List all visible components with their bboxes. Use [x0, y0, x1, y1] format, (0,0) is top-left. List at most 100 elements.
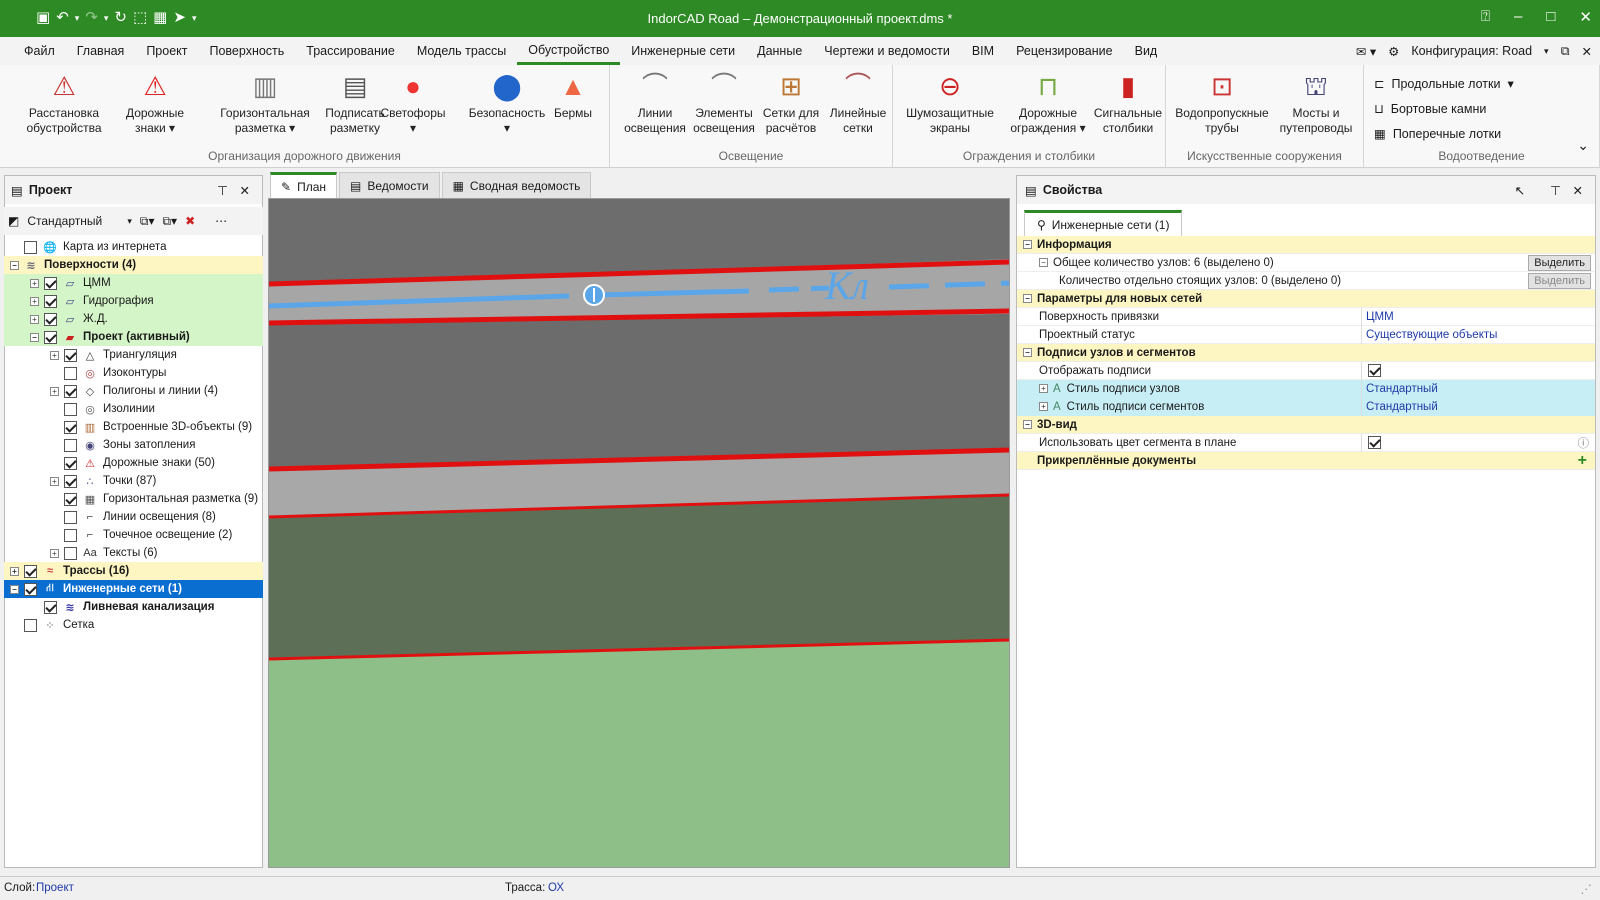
properties-object-tab[interactable]: ⚲ Инженерные сети (1) [1024, 210, 1183, 236]
expand-toggle-icon[interactable] [50, 423, 59, 432]
close-button[interactable]: ✕ [1579, 8, 1592, 26]
tree-item-checkbox[interactable] [44, 330, 57, 344]
info-icon[interactable]: ⓘ [1578, 435, 1590, 451]
tree-item[interactable]: ◎ Изоконтуры [4, 364, 263, 382]
help-icon[interactable]: ⍰ [1481, 8, 1490, 26]
tree-item-checkbox[interactable] [64, 384, 77, 398]
expand-toggle-icon[interactable]: − [10, 584, 19, 594]
tree-item-checkbox[interactable] [44, 276, 57, 290]
tree-item[interactable]: + △ Триангуляция [4, 346, 263, 364]
chevron-down-icon[interactable]: ▾ [127, 216, 132, 227]
tree-item-checkbox[interactable] [24, 582, 37, 596]
property-section[interactable]: Прикреплённые документы + [1017, 452, 1595, 470]
expand-toggle-icon[interactable]: − [10, 260, 19, 270]
tree-item-checkbox[interactable] [64, 420, 77, 434]
ribbon-button-0-5[interactable]: ⬤ Безопасность ▾ [462, 69, 552, 136]
tree-item[interactable]: + ▱ Ж.Д. [4, 310, 263, 328]
property-value[interactable]: Существующие объекты [1361, 325, 1595, 344]
property-value[interactable]: ЦММ [1361, 307, 1595, 326]
expand-toggle-icon[interactable] [50, 531, 59, 540]
property-value[interactable] [1361, 361, 1595, 380]
expand-toggle-icon[interactable]: + [1039, 384, 1048, 393]
view-mode-select[interactable]: Стандартный [27, 214, 119, 228]
tree-item[interactable]: ⚠ Дорожные знаки (50) [4, 454, 263, 472]
expand-toggle-icon[interactable]: + [1039, 402, 1048, 411]
ribbon-button-3-1[interactable]: ⛫ Мосты и путепроводы [1274, 69, 1358, 136]
menu-tab-1[interactable]: Главная [66, 37, 136, 65]
menu-tab-4[interactable]: Трассирование [295, 37, 406, 65]
pin-icon[interactable]: ⊤ [217, 183, 228, 198]
property-row[interactable]: Проектный статус Существующие объекты [1017, 325, 1595, 344]
resize-grip-icon[interactable]: ⋰ [1581, 882, 1593, 896]
property-row[interactable]: + A Стиль подписи сегментов Стандартный [1017, 397, 1595, 416]
expand-toggle-icon[interactable] [50, 369, 59, 378]
ribbon-small-button-0[interactable]: ⊏ Продольные лотки ▾ [1374, 71, 1514, 96]
property-value[interactable]: ⓘ [1361, 433, 1595, 452]
property-row[interactable]: Отображать подписи [1017, 361, 1595, 380]
select-button[interactable]: Выделить [1528, 255, 1591, 271]
menu-tab-2[interactable]: Проект [135, 37, 198, 65]
property-section[interactable]: − Параметры для новых сетей [1017, 290, 1595, 308]
property-checkbox[interactable] [1368, 364, 1381, 377]
tree-item[interactable]: ⌐ Линии освещения (8) [4, 508, 263, 526]
tree-item[interactable]: ▦ Горизонтальная разметка (9) [4, 490, 263, 508]
tree-item-checkbox[interactable] [64, 456, 77, 470]
tree-item-checkbox[interactable] [24, 618, 37, 632]
close-icon[interactable]: ✕ [240, 183, 250, 198]
tree-item-checkbox[interactable] [64, 546, 77, 560]
ribbon-button-2-0[interactable]: ⊖ Шумозащитные экраны [899, 69, 1001, 136]
expand-toggle-icon[interactable]: + [30, 314, 39, 324]
tree-item-checkbox[interactable] [24, 240, 37, 254]
property-section[interactable]: − Информация [1017, 236, 1595, 254]
tree-item[interactable]: ▥ Встроенные 3D-объекты (9) [4, 418, 263, 436]
tree-item-checkbox[interactable] [64, 510, 77, 524]
expand-toggle-icon[interactable] [50, 459, 59, 468]
tab-1[interactable]: ▤ Ведомости [339, 172, 440, 198]
expand-toggle-icon[interactable]: + [10, 566, 19, 576]
add-document-icon[interactable]: + [1578, 452, 1587, 470]
property-value[interactable]: Стандартный [1361, 379, 1595, 398]
property-checkbox[interactable] [1368, 436, 1381, 449]
tree-item[interactable]: 🌐 Карта из интернета [4, 238, 263, 256]
tree-item[interactable]: + ▱ ЦММ [4, 274, 263, 292]
expand-toggle-icon[interactable] [50, 405, 59, 414]
tree-item-checkbox[interactable] [64, 492, 77, 506]
ribbon-button-0-4[interactable]: ● Светофоры ▾ [378, 69, 448, 136]
expand-toggle-icon[interactable]: + [50, 386, 59, 396]
ribbon-button-1-1[interactable]: ⌒ Элементы освещения [690, 69, 758, 136]
route-status-value[interactable]: ОХ [548, 882, 564, 894]
chevron-down-icon[interactable]: ▾ [1507, 76, 1513, 91]
tree-item[interactable]: − ≋ Поверхности (4) [4, 256, 263, 274]
tree-item-checkbox[interactable] [44, 600, 57, 614]
layer-status-value[interactable]: Проект [36, 882, 74, 894]
property-row[interactable]: + A Стиль подписи узлов Стандартный [1017, 379, 1595, 398]
expand-toggle-icon[interactable]: + [50, 476, 59, 486]
tree-item[interactable]: + ▱ Гидрография [4, 292, 263, 310]
tree-item-checkbox[interactable] [44, 312, 57, 326]
tree-item-checkbox[interactable] [64, 348, 77, 362]
ribbon-button-2-2[interactable]: ▮ Сигнальные столбики [1093, 69, 1163, 136]
ribbon-button-0-0[interactable]: ⚠ Расстановка обустройства [16, 69, 112, 136]
expand-toggle-icon[interactable] [10, 621, 19, 630]
ribbon-button-0-1[interactable]: ⚠ Дорожные знаки ▾ [110, 69, 200, 136]
tree-item[interactable]: + ≈ Трассы (16) [4, 562, 263, 580]
collapse-toggle-icon[interactable] [1023, 456, 1032, 465]
tree-item-checkbox[interactable] [64, 366, 77, 380]
minimize-button[interactable]: – [1514, 8, 1522, 26]
menu-tab-11[interactable]: Рецензирование [1005, 37, 1124, 65]
delete-layer-icon[interactable]: ✖ [185, 214, 195, 228]
expand-toggle-icon[interactable] [50, 495, 59, 504]
tree-item[interactable]: ≋ Ливневая канализация [4, 598, 263, 616]
move-layer-icon[interactable]: ⧉▾ [162, 214, 177, 229]
tree-item-checkbox[interactable] [64, 438, 77, 452]
property-row[interactable]: Поверхность привязки ЦММ [1017, 307, 1595, 326]
restore-icon[interactable]: ⧉ [1561, 44, 1570, 59]
menu-tab-10[interactable]: BIM [961, 37, 1005, 65]
tree-item-checkbox[interactable] [64, 528, 77, 542]
expand-toggle-icon[interactable]: + [50, 350, 59, 360]
expand-toggle-icon[interactable]: + [30, 278, 39, 288]
property-row[interactable]: Использовать цвет сегмента в плане ⓘ [1017, 433, 1595, 452]
tab-0[interactable]: ✎ План [270, 172, 337, 198]
gear-icon[interactable]: ⚙ [1388, 44, 1399, 59]
maximize-button[interactable]: □ [1546, 8, 1555, 26]
